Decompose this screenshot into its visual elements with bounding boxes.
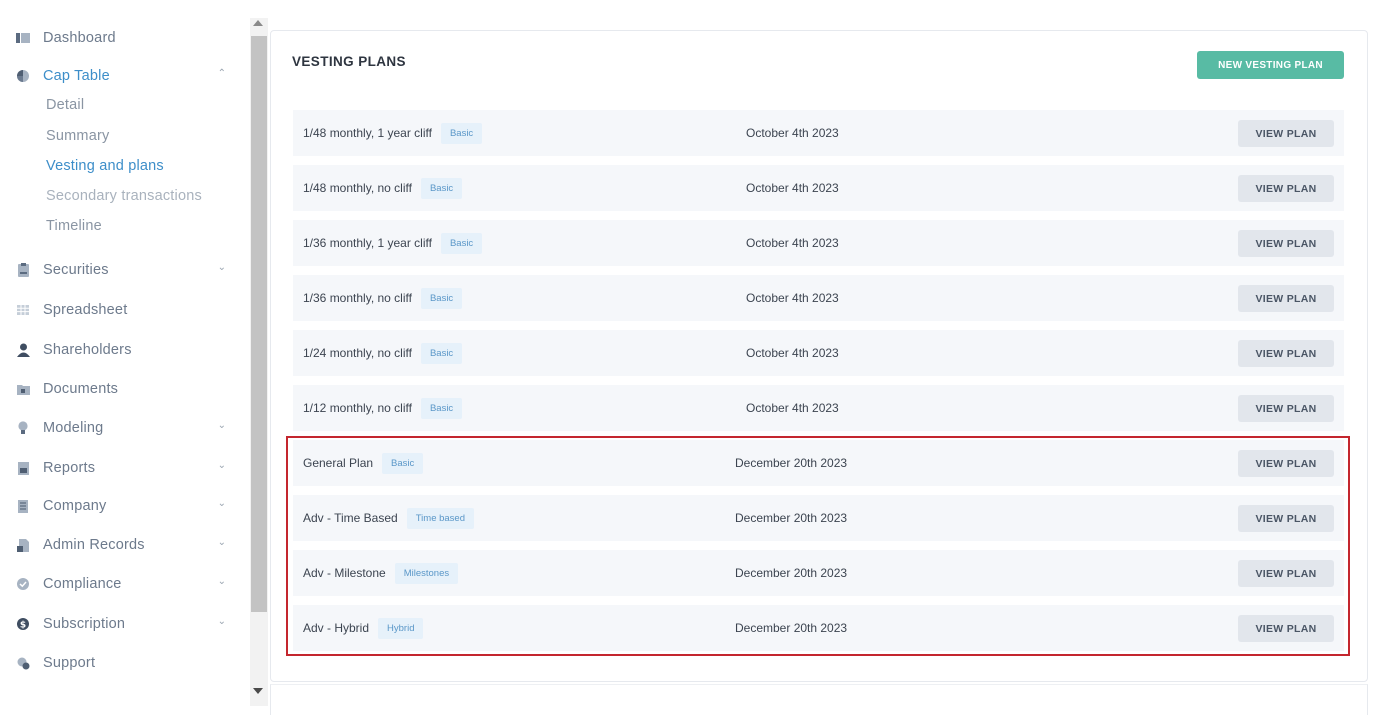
sidebar-item-label: Spreadsheet: [43, 302, 128, 318]
sidebar-item-company[interactable]: Company ⌄: [16, 494, 230, 518]
subnav-vesting-and-plans[interactable]: Vesting and plans: [46, 158, 164, 174]
chevron-down-icon: ⌄: [217, 576, 226, 587]
scroll-up-arrow-icon[interactable]: [253, 20, 263, 26]
table-row: 1/48 monthly, 1 year cliff Basic October 4…: [293, 110, 1344, 156]
table-row: 1/36 monthly, 1 year cliff Basic October 4…: [293, 220, 1344, 266]
subnav-timeline[interactable]: Timeline: [46, 218, 102, 234]
folder-icon: [16, 382, 30, 396]
sidebar-item-securities[interactable]: Securities ⌄: [16, 258, 230, 282]
sidebar-item-label: Support: [43, 655, 96, 671]
plan-date: October 4th 2023: [746, 126, 839, 140]
sidebar-item-label: Subscription: [43, 616, 126, 632]
plan-name: 1/48 monthly, 1 year cliff: [303, 126, 432, 140]
svg-text:$: $: [20, 620, 26, 630]
subnav-summary[interactable]: Summary: [46, 128, 109, 144]
grid-icon: [16, 303, 30, 317]
plan-name: 1/48 monthly, no cliff: [303, 181, 412, 195]
plan-date: October 4th 2023: [746, 236, 839, 250]
sidebar-item-label: Shareholders: [43, 342, 132, 358]
plan-name: 1/36 monthly, no cliff: [303, 291, 412, 305]
sidebar-item-label: Documents: [43, 381, 119, 397]
view-plan-button[interactable]: VIEW PLAN: [1238, 340, 1334, 367]
view-plan-button[interactable]: VIEW PLAN: [1238, 285, 1334, 312]
view-plan-button[interactable]: VIEW PLAN: [1238, 230, 1334, 257]
dollar-icon: $: [16, 617, 30, 631]
sidebar-item-cap-table[interactable]: Cap Table ⌃: [16, 64, 230, 88]
sidebar: Dashboard Cap Table ⌃ Detail Summary Ves…: [0, 0, 248, 710]
plan-name: 1/12 monthly, no cliff: [303, 401, 412, 415]
view-plan-button[interactable]: VIEW PLAN: [1238, 395, 1334, 422]
sidebar-item-label: Admin Records: [43, 537, 145, 553]
chevron-down-icon: ⌄: [217, 420, 226, 431]
scrollbar-thumb[interactable]: [251, 36, 267, 612]
plan-name-cell: 1/36 monthly, 1 year cliff Basic: [303, 220, 483, 266]
table-row: 1/36 monthly, no cliff Basic October 4th 2…: [293, 275, 1344, 321]
sidebar-item-modeling[interactable]: Modeling ⌄: [16, 416, 230, 440]
table-row: 1/48 monthly, no cliff Basic October 4th 2…: [293, 165, 1344, 211]
chevron-down-icon: ⌄: [217, 498, 226, 509]
subnav-detail[interactable]: Detail: [46, 97, 84, 113]
scroll-down-arrow-icon[interactable]: [253, 688, 263, 694]
sidebar-item-shareholders[interactable]: Shareholders: [16, 338, 230, 362]
plan-name: 1/24 monthly, no cliff: [303, 346, 412, 360]
sidebar-item-support[interactable]: Support: [16, 651, 230, 675]
table-row: 1/24 monthly, no cliff Basic October 4th 2…: [293, 330, 1344, 376]
plan-type-badge: Basic: [440, 122, 483, 144]
plan-name-cell: 1/48 monthly, 1 year cliff Basic: [303, 110, 483, 156]
sidebar-item-reports[interactable]: Reports ⌄: [16, 456, 230, 480]
plan-name-cell: 1/36 monthly, no cliff Basic: [303, 275, 463, 321]
plan-name-cell: 1/24 monthly, no cliff Basic: [303, 330, 463, 376]
sidebar-item-compliance[interactable]: Compliance ⌄: [16, 572, 230, 596]
view-plan-button[interactable]: VIEW PLAN: [1238, 120, 1334, 147]
sidebar-item-label: Compliance: [43, 576, 122, 592]
chevron-down-icon: ⌄: [217, 460, 226, 471]
clipboard-icon: [16, 263, 30, 277]
plan-type-badge: Basic: [440, 232, 483, 254]
plan-date: October 4th 2023: [746, 181, 839, 195]
plan-type-badge: Basic: [420, 177, 463, 199]
plan-type-badge: Basic: [420, 397, 463, 419]
sidebar-item-admin-records[interactable]: Admin Records ⌄: [16, 533, 230, 557]
building-icon: [16, 499, 30, 513]
plan-type-badge: Basic: [420, 342, 463, 364]
report-icon: [16, 461, 30, 475]
chevron-down-icon: ⌄: [217, 537, 226, 548]
sidebar-item-label: Securities: [43, 262, 109, 278]
pie-chart-icon: [16, 69, 30, 83]
chevron-up-icon: ⌃: [217, 68, 226, 79]
plan-type-badge: Basic: [420, 287, 463, 309]
view-plan-button[interactable]: VIEW PLAN: [1238, 175, 1334, 202]
highlight-box: [286, 436, 1350, 656]
sidebar-item-label: Modeling: [43, 420, 104, 436]
sidebar-item-label: Cap Table: [43, 68, 110, 84]
plan-date: October 4th 2023: [746, 401, 839, 415]
chevron-down-icon: ⌄: [217, 616, 226, 627]
admin-records-icon: [16, 538, 30, 552]
shield-icon: [16, 577, 30, 591]
new-vesting-plan-button[interactable]: NEW VESTING PLAN: [1197, 51, 1344, 79]
plan-name-cell: 1/12 monthly, no cliff Basic: [303, 385, 463, 431]
dashboard-icon: [16, 31, 30, 45]
plan-date: October 4th 2023: [746, 291, 839, 305]
sidebar-item-label: Dashboard: [43, 30, 116, 46]
plan-name-cell: 1/48 monthly, no cliff Basic: [303, 165, 463, 211]
sidebar-item-dashboard[interactable]: Dashboard: [16, 26, 230, 50]
sidebar-item-label: Reports: [43, 460, 96, 476]
table-row: 1/12 monthly, no cliff Basic October 4th 2…: [293, 385, 1344, 431]
plan-date: October 4th 2023: [746, 346, 839, 360]
chevron-down-icon: ⌄: [217, 262, 226, 273]
sidebar-item-spreadsheet[interactable]: Spreadsheet: [16, 298, 230, 322]
lightbulb-icon: [16, 421, 30, 435]
page-title: VESTING PLANS: [292, 54, 406, 69]
sidebar-item-subscription[interactable]: $ Subscription ⌄: [16, 612, 230, 636]
subnav-secondary-transactions[interactable]: Secondary transactions: [46, 188, 202, 204]
support-icon: [16, 656, 30, 670]
sidebar-item-label: Company: [43, 498, 107, 514]
sidebar-item-documents[interactable]: Documents: [16, 377, 230, 401]
person-icon: [16, 343, 30, 357]
next-card-edge: [270, 684, 1368, 715]
plan-name: 1/36 monthly, 1 year cliff: [303, 236, 432, 250]
